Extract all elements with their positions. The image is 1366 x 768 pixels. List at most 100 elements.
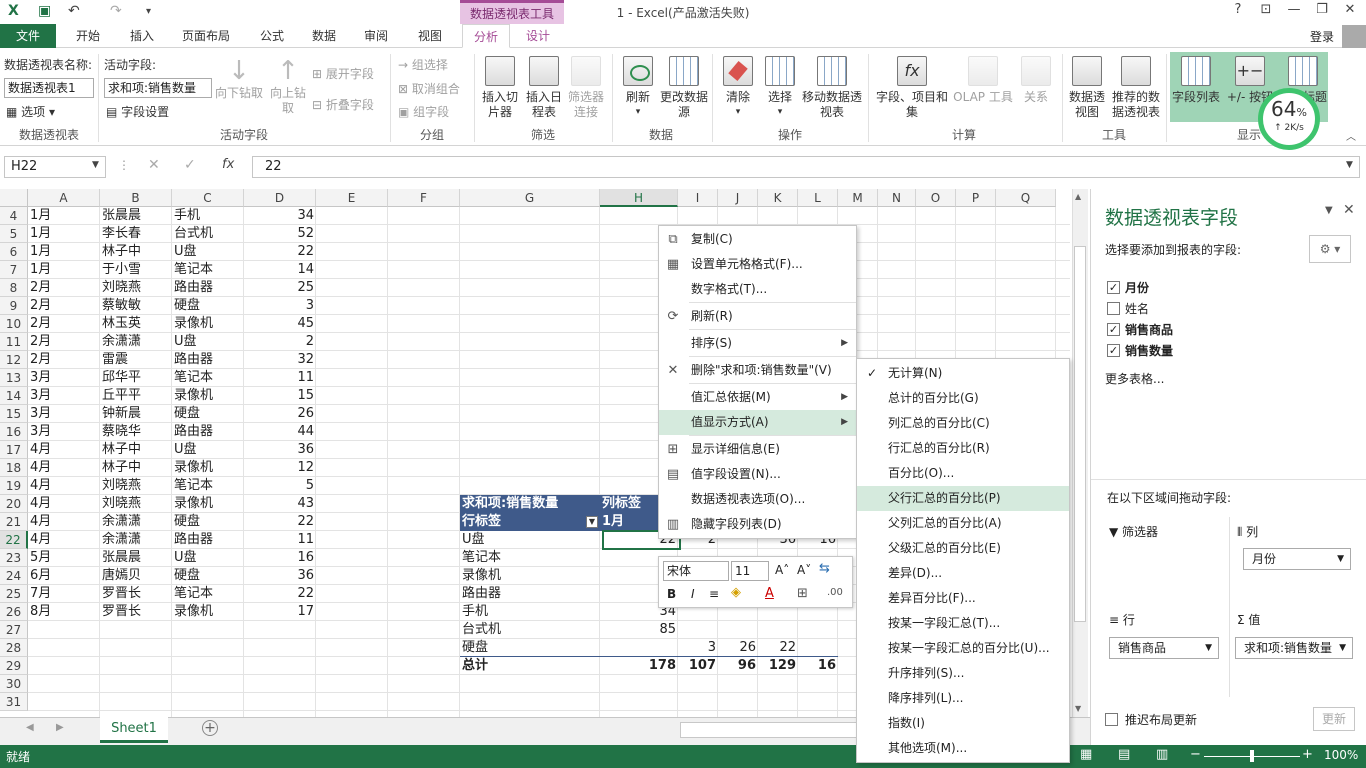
table-cell[interactable]: 22 [244, 585, 316, 603]
table-cell[interactable]: 2月 [28, 297, 100, 315]
pivot-options-button[interactable]: ▦ 选项 ▾ [6, 103, 55, 120]
pane-options-icon[interactable]: ▼ [1325, 205, 1333, 216]
column-header[interactable]: F [388, 189, 460, 207]
font-name-input[interactable]: 宋体 [663, 561, 729, 581]
italic-icon[interactable]: I [691, 587, 695, 601]
defer-update-checkbox[interactable] [1105, 713, 1118, 726]
pivot-row-item[interactable]: U盘 [460, 531, 600, 549]
pivot-value-cell[interactable]: 26 [718, 639, 758, 657]
page-layout-view-icon[interactable]: ▤ [1118, 747, 1130, 762]
table-cell[interactable]: 1月 [28, 243, 100, 261]
login-link[interactable]: 登录 [1310, 28, 1334, 45]
pivot-row-label[interactable]: 行标签 [460, 513, 600, 531]
formula-input[interactable]: 22 [252, 156, 1360, 178]
field-list-button[interactable]: 字段列表 [1170, 56, 1222, 105]
table-cell[interactable]: 林子中 [100, 459, 172, 477]
table-cell[interactable]: 雷震 [100, 351, 172, 369]
submenu-item[interactable]: 按某一字段汇总(T)... [857, 611, 1069, 636]
help-button[interactable]: ? [1226, 2, 1250, 22]
field-checkbox[interactable]: ✓ [1107, 344, 1120, 357]
table-cell[interactable]: 4月 [28, 459, 100, 477]
row-header[interactable]: 12 [0, 351, 28, 369]
table-cell[interactable]: 刘晓燕 [100, 279, 172, 297]
table-cell[interactable]: 3月 [28, 405, 100, 423]
tab-data[interactable]: 数据 [302, 24, 346, 48]
context-menu-item[interactable]: ⟳ 刷新(R) [659, 304, 856, 329]
table-cell[interactable]: U盘 [172, 243, 244, 261]
pivot-grand-total-label[interactable]: 总计 [460, 657, 600, 675]
submenu-item[interactable]: 百分比(O)... [857, 461, 1069, 486]
prev-sheet-icon[interactable]: ◀ [26, 722, 34, 733]
row-header[interactable]: 26 [0, 603, 28, 621]
table-cell[interactable]: 2月 [28, 333, 100, 351]
values-field-dropdown[interactable]: 求和项:销售数量 [1235, 637, 1353, 659]
row-header[interactable]: 22 [0, 531, 28, 549]
table-cell[interactable]: 罗晋长 [100, 585, 172, 603]
table-cell[interactable]: U盘 [172, 441, 244, 459]
field-checkbox[interactable]: ✓ [1107, 281, 1120, 294]
table-cell[interactable]: 36 [244, 441, 316, 459]
row-header[interactable]: 10 [0, 315, 28, 333]
table-cell[interactable]: 唐嫣贝 [100, 567, 172, 585]
field-name[interactable]: 销售数量 [1125, 342, 1173, 359]
name-box[interactable]: H22 [4, 156, 106, 178]
submenu-item[interactable]: 升序排列(S)... [857, 661, 1069, 686]
pivot-name-input[interactable]: 数据透视表1 [4, 78, 94, 98]
sheet-tab-sheet1[interactable]: Sheet1 [100, 717, 168, 743]
table-cell[interactable]: 蔡晓华 [100, 423, 172, 441]
table-cell[interactable]: 余潇潇 [100, 513, 172, 531]
table-cell[interactable]: 录像机 [172, 495, 244, 513]
context-menu-item[interactable]: 值汇总依据(M) ▶ [659, 385, 856, 410]
drill-down-button[interactable]: ↓ 向下钻取 [214, 56, 264, 101]
table-cell[interactable]: 12 [244, 459, 316, 477]
row-header[interactable]: 19 [0, 477, 28, 495]
table-cell[interactable]: 3月 [28, 423, 100, 441]
update-button[interactable]: 更新 [1313, 707, 1355, 731]
row-header[interactable]: 30 [0, 675, 28, 693]
table-cell[interactable]: 45 [244, 315, 316, 333]
insert-slicer-button[interactable]: 插入切片器 [480, 56, 520, 120]
table-cell[interactable]: 笔记本 [172, 369, 244, 387]
pivot-grand-total-cell[interactable]: 107 [678, 657, 718, 675]
collapse-field-button[interactable]: ⊟ 折叠字段 [312, 96, 374, 113]
table-cell[interactable]: 11 [244, 531, 316, 549]
table-cell[interactable]: 手机 [172, 207, 244, 225]
table-cell[interactable]: 22 [244, 243, 316, 261]
table-cell[interactable]: 2月 [28, 315, 100, 333]
vertical-scroll-thumb[interactable] [1074, 246, 1086, 622]
tab-analyze[interactable]: 分析 [462, 24, 510, 48]
pivot-row-item[interactable]: 台式机 [460, 621, 600, 639]
zoom-slider-thumb[interactable] [1250, 750, 1254, 762]
tab-review[interactable]: 审阅 [354, 24, 398, 48]
table-cell[interactable]: 余潇潇 [100, 531, 172, 549]
row-header[interactable]: 17 [0, 441, 28, 459]
row-header[interactable]: 11 [0, 333, 28, 351]
relationships-button[interactable]: 关系 [1016, 56, 1056, 105]
drill-up-button[interactable]: ↑ 向上钻取 [266, 56, 310, 116]
table-cell[interactable]: 2月 [28, 279, 100, 297]
table-cell[interactable]: 25 [244, 279, 316, 297]
next-sheet-icon[interactable]: ▶ [56, 722, 64, 733]
table-cell[interactable]: 林子中 [100, 441, 172, 459]
row-header[interactable]: 4 [0, 207, 28, 225]
table-cell[interactable]: 52 [244, 225, 316, 243]
ungroup-button[interactable]: ⊠ 取消组合 [398, 80, 460, 97]
columns-field-dropdown[interactable]: 月份 [1243, 548, 1351, 570]
cancel-icon[interactable]: ✕ [148, 157, 160, 173]
expand-formula-icon[interactable]: ▼ [1346, 160, 1353, 170]
context-menu-item[interactable]: ▤ 值字段设置(N)... [659, 462, 856, 487]
pivot-row-item[interactable]: 硬盘 [460, 639, 600, 657]
pivot-row-item[interactable]: 路由器 [460, 585, 600, 603]
column-header[interactable]: I [678, 189, 718, 207]
insert-timeline-button[interactable]: 插入日程表 [522, 56, 566, 120]
table-cell[interactable]: 8月 [28, 603, 100, 621]
column-header[interactable]: B [100, 189, 172, 207]
column-header[interactable]: O [916, 189, 956, 207]
table-cell[interactable]: 1月 [28, 261, 100, 279]
recommended-pivot-button[interactable]: 推荐的数据透视表 [1108, 56, 1164, 120]
row-header[interactable]: 16 [0, 423, 28, 441]
table-cell[interactable]: 16 [244, 549, 316, 567]
table-cell[interactable]: 1月 [28, 207, 100, 225]
fill-color-icon[interactable]: ◈ [731, 585, 741, 600]
row-header[interactable]: 7 [0, 261, 28, 279]
